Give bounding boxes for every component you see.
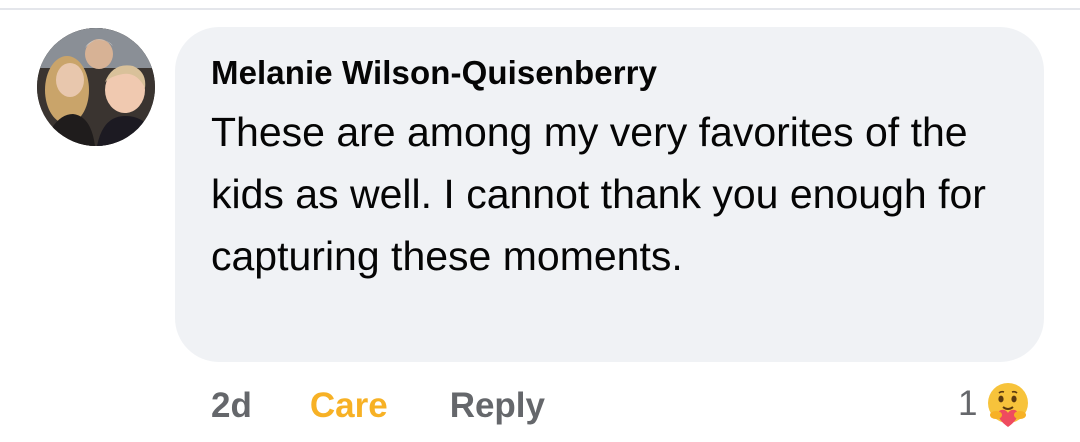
comment-actions: 2d Care Reply [211,384,545,428]
avatar[interactable] [37,28,155,146]
comment-bubble: Melanie Wilson-Quisenberry These are amo… [175,27,1044,362]
reply-button[interactable]: Reply [450,386,545,426]
care-reaction-button[interactable]: Care [310,386,388,426]
care-emoji-icon [984,380,1033,428]
reaction-count: 1 [958,384,978,423]
comment-timestamp[interactable]: 2d [211,386,252,426]
comment: Melanie Wilson-Quisenberry These are amo… [0,0,1080,442]
reaction-summary[interactable]: 1 [958,378,1033,430]
comment-text: These are among my very favorites of the… [211,109,986,279]
profile-photo-icon [37,28,155,146]
comment-author[interactable]: Melanie Wilson-Quisenberry [211,53,1008,93]
